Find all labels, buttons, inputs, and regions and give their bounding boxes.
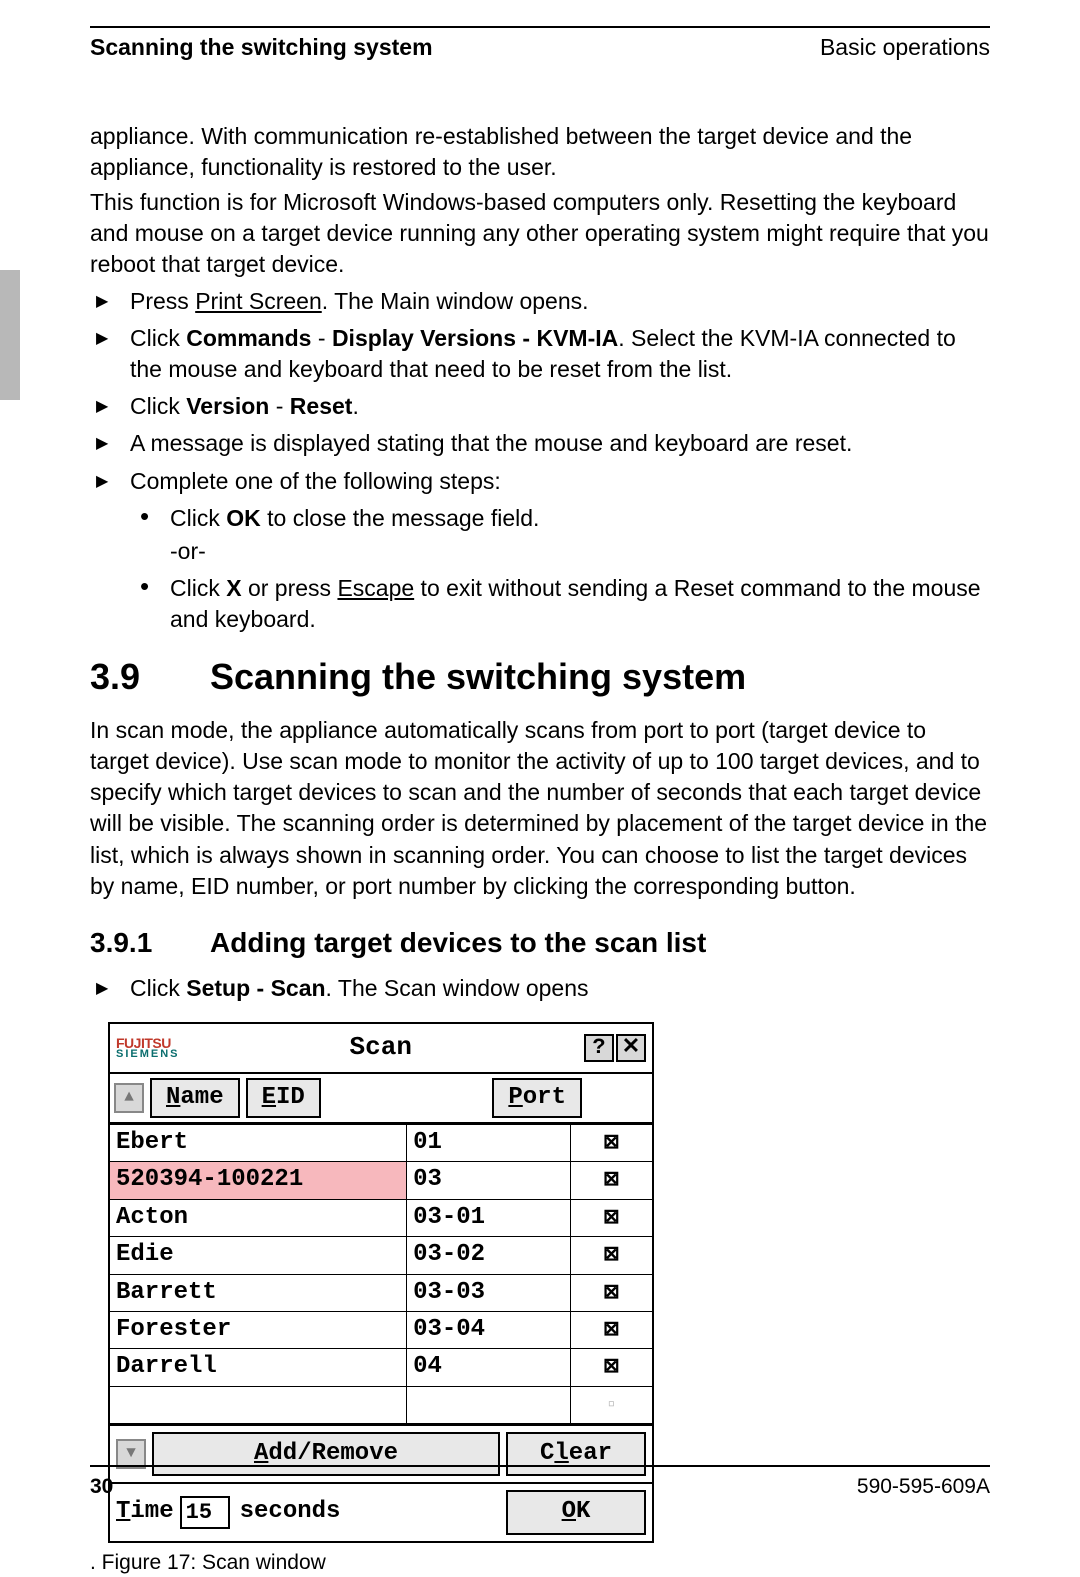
device-checkbox[interactable]: ⊠	[570, 1124, 652, 1161]
step-5: Complete one of the following steps: Cli…	[90, 466, 990, 635]
scan-device-table: Ebert01⊠520394-10022103⊠Acton03-01⊠Edie0…	[110, 1124, 652, 1424]
table-row[interactable]: Edie03-02⊠	[110, 1237, 652, 1274]
print-screen-key: Print Screen	[195, 288, 322, 314]
scan-titlebar: FUJITSU SIEMENS Scan ? ✕	[110, 1024, 652, 1073]
device-name-cell: Edie	[110, 1237, 407, 1274]
header-chapter: Basic operations	[820, 32, 990, 63]
device-name-cell: Acton	[110, 1199, 407, 1236]
device-checkbox[interactable]: ⊠	[570, 1349, 652, 1386]
time-label: Time	[116, 1496, 174, 1528]
device-port-cell: 03-03	[407, 1274, 571, 1311]
device-port-cell	[407, 1386, 571, 1423]
scroll-up-button[interactable]: ▲	[114, 1083, 144, 1113]
device-name-cell: Forester	[110, 1311, 407, 1348]
steps-list: Press Print Screen. The Main window open…	[90, 286, 990, 634]
section-title: Scanning the switching system	[210, 656, 746, 697]
device-checkbox[interactable]: ⊠	[570, 1311, 652, 1348]
time-input[interactable]	[180, 1496, 230, 1529]
subsection-number: 3.9.1	[90, 924, 210, 962]
device-name-cell: 520394-100221	[110, 1162, 407, 1199]
step-1: Press Print Screen. The Main window open…	[90, 286, 990, 317]
close-button[interactable]: ✕	[616, 1034, 646, 1062]
subsection-steps: Click Setup - Scan. The Scan window open…	[90, 973, 990, 1004]
table-row[interactable]: Forester03-04⊠	[110, 1311, 652, 1348]
figure-caption: . Figure 17: Scan window	[90, 1549, 990, 1577]
seconds-label: seconds	[240, 1496, 341, 1528]
device-name-cell: Darrell	[110, 1349, 407, 1386]
page-footer: 30 590-595-609A	[90, 1465, 990, 1501]
port-column-button[interactable]: Port	[492, 1078, 582, 1118]
section-heading: 3.9Scanning the switching system	[90, 653, 990, 702]
device-checkbox[interactable]: ⊠	[570, 1162, 652, 1199]
step-3: Click Version - Reset.	[90, 391, 990, 422]
device-name-cell: Ebert	[110, 1124, 407, 1161]
table-row[interactable]: Barrett03-03⊠	[110, 1274, 652, 1311]
device-name-cell: Barrett	[110, 1274, 407, 1311]
sub-steps: Click OK to close the message field. -or…	[130, 503, 990, 635]
device-port-cell: 04	[407, 1349, 571, 1386]
scan-column-headers: ▲ Name EID Port	[110, 1074, 652, 1124]
header-section-title: Scanning the switching system	[90, 32, 433, 63]
sub-step-1: Click OK to close the message field. -or…	[130, 503, 990, 567]
section-para: In scan mode, the appliance automaticall…	[90, 715, 990, 901]
device-port-cell: 03-02	[407, 1237, 571, 1274]
page-number: 30	[90, 1473, 113, 1501]
scan-window-title: Scan	[180, 1030, 582, 1065]
device-port-cell: 03-04	[407, 1311, 571, 1348]
device-checkbox[interactable]: ⊠	[570, 1237, 652, 1274]
sub-step: Click Setup - Scan. The Scan window open…	[90, 973, 990, 1004]
table-row[interactable]: Acton03-01⊠	[110, 1199, 652, 1236]
page-header: Scanning the switching system Basic oper…	[90, 26, 990, 67]
doc-number: 590-595-609A	[857, 1473, 990, 1501]
device-port-cell: 03-01	[407, 1199, 571, 1236]
fujitsu-siemens-logo: FUJITSU SIEMENS	[116, 1036, 180, 1060]
subsection-title: Adding target devices to the scan list	[210, 927, 706, 958]
help-button[interactable]: ?	[584, 1034, 614, 1062]
device-checkbox[interactable]: ⊠	[570, 1274, 652, 1311]
table-row[interactable]: Darrell04⊠	[110, 1349, 652, 1386]
section-number: 3.9	[90, 653, 210, 702]
device-name-cell	[110, 1386, 407, 1423]
subsection-heading: 3.9.1Adding target devices to the scan l…	[90, 924, 990, 962]
table-row[interactable]: ▫	[110, 1386, 652, 1423]
or-separator: -or-	[170, 536, 990, 567]
device-checkbox[interactable]: ⊠	[570, 1199, 652, 1236]
table-row[interactable]: Ebert01⊠	[110, 1124, 652, 1161]
device-checkbox[interactable]: ▫	[570, 1386, 652, 1423]
eid-column-button[interactable]: EID	[246, 1078, 321, 1118]
sub-step-2: Click X or press Escape to exit without …	[130, 573, 990, 635]
intro-para-2: This function is for Microsoft Windows-b…	[90, 187, 990, 280]
step-4: A message is displayed stating that the …	[90, 428, 990, 459]
thumb-tab	[0, 270, 20, 400]
intro-para-1: appliance. With communication re-establi…	[90, 121, 990, 183]
device-port-cell: 01	[407, 1124, 571, 1161]
table-row[interactable]: 520394-10022103⊠	[110, 1162, 652, 1199]
device-port-cell: 03	[407, 1162, 571, 1199]
name-column-button[interactable]: Name	[150, 1078, 240, 1118]
step-2: Click Commands - Display Versions - KVM-…	[90, 323, 990, 385]
